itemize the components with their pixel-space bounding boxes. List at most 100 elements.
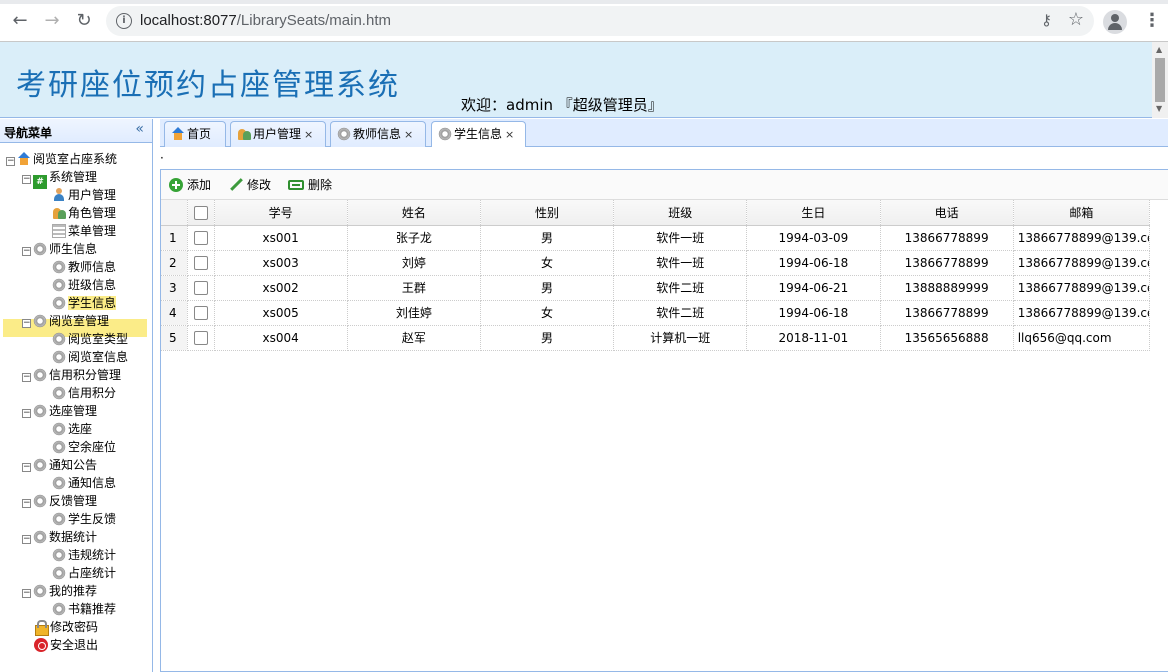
nav-item-change-password[interactable]: 修改密码	[34, 618, 98, 636]
table-row[interactable]: 5 xs004 赵军 男 计算机一班 2018-11-01 1356565688…	[161, 325, 1151, 351]
nav-group-people[interactable]: − 师生信息	[22, 240, 97, 258]
nav-item-book-recommend[interactable]: 书籍推荐	[52, 600, 116, 618]
row-checkbox[interactable]	[193, 255, 208, 270]
nav-group-credit[interactable]: − 信用积分管理	[22, 366, 121, 384]
row-checkbox[interactable]	[193, 280, 208, 295]
browser-menu-icon[interactable]: ⋮	[1143, 10, 1161, 32]
url-text[interactable]: localhost:8077/LibrarySeats/main.htm	[140, 12, 391, 29]
nav-item-logout[interactable]: 安全退出	[34, 636, 98, 654]
tab-home[interactable]: 首页	[164, 121, 226, 147]
column-header-birthday[interactable]: 生日	[746, 200, 881, 226]
app-header: 考研座位预约占座管理系统 欢迎：admin 『超级管理员』	[0, 42, 1152, 118]
nav-item-violation-stats[interactable]: 违规统计	[52, 546, 116, 564]
edit-button[interactable]: 修改	[229, 177, 271, 193]
address-bar[interactable]: i localhost:8077/LibrarySeats/main.htm ⚷…	[106, 6, 1094, 36]
collapse-toggle-icon[interactable]: −	[22, 589, 31, 598]
nav-group-label: 信用积分管理	[49, 368, 122, 382]
nav-group-statistics[interactable]: − 数据统计	[22, 528, 97, 546]
add-button[interactable]: 添加	[169, 177, 211, 193]
close-icon[interactable]: ×	[304, 128, 313, 141]
scroll-up-icon[interactable]: ▲	[1156, 45, 1162, 54]
column-header-email[interactable]: 邮箱	[1013, 200, 1151, 226]
row-checkbox[interactable]	[193, 230, 208, 245]
home-icon	[17, 152, 31, 166]
scroll-down-icon[interactable]: ▼	[1156, 104, 1162, 113]
header-scrollbar[interactable]: ▲ ▼	[1152, 42, 1168, 118]
nav-item-label: 学生反馈	[68, 512, 117, 526]
stray-dot: ·	[160, 151, 164, 165]
tab-label: 学生信息	[454, 127, 503, 141]
table-row[interactable]: 4 xs005 刘佳婷 女 软件二班 1994-06-18 1386677889…	[161, 300, 1151, 326]
nav-item-student-feedback[interactable]: 学生反馈	[52, 510, 116, 528]
nav-group-recommend[interactable]: − 我的推荐	[22, 582, 97, 600]
nav-group-feedback[interactable]: − 反馈管理	[22, 492, 97, 510]
collapse-icon[interactable]: «	[135, 121, 144, 137]
gear-icon	[337, 127, 351, 141]
row-checkbox[interactable]	[193, 305, 208, 320]
key-icon[interactable]: ⚷	[1041, 11, 1052, 29]
collapse-toggle-icon[interactable]: −	[22, 499, 31, 508]
gear-icon	[52, 260, 66, 274]
collapse-toggle-icon[interactable]: −	[6, 157, 15, 166]
nav-item-user-manage[interactable]: 用户管理	[52, 186, 116, 204]
nav-item-teacher-info[interactable]: 教师信息	[52, 258, 116, 276]
reload-icon[interactable]: ↻	[73, 10, 95, 32]
collapse-toggle-icon[interactable]: −	[22, 463, 31, 472]
gear-icon	[33, 584, 47, 598]
collapse-toggle-icon[interactable]: −	[22, 319, 31, 328]
column-header-name[interactable]: 姓名	[347, 200, 481, 226]
welcome-text: 欢迎：admin 『超级管理员』	[461, 96, 663, 114]
nav-item-role-manage[interactable]: 角色管理	[52, 204, 116, 222]
nav-item-credit-points[interactable]: 信用积分	[52, 384, 116, 402]
nav-item-room-type[interactable]: 阅览室类型	[52, 330, 128, 348]
gear-icon	[33, 314, 47, 328]
tab-teacher-info[interactable]: 教师信息 ×	[330, 121, 426, 147]
collapse-toggle-icon[interactable]: −	[22, 409, 31, 418]
cell-phone: 13888889999	[880, 275, 1014, 301]
row-number: 3	[161, 275, 188, 301]
tab-user-manage[interactable]: 用户管理 ×	[230, 121, 326, 147]
cell-sex: 男	[480, 275, 615, 301]
table-row[interactable]: 2 xs003 刘婷 女 软件一班 1994-06-18 13866778899…	[161, 250, 1151, 276]
nav-group-system[interactable]: − # 系统管理	[22, 168, 97, 189]
forward-icon[interactable]: →	[41, 10, 63, 32]
select-all-checkbox[interactable]	[193, 205, 208, 220]
collapse-toggle-icon[interactable]: −	[22, 535, 31, 544]
collapse-toggle-icon[interactable]: −	[22, 175, 31, 184]
tree-root[interactable]: − 阅览室占座系统	[6, 150, 117, 168]
nav-item-class-info[interactable]: 班级信息	[52, 276, 116, 294]
nav-group-seat-select[interactable]: − 选座管理	[22, 402, 97, 420]
tab-student-info[interactable]: 学生信息 ×	[431, 121, 526, 148]
account-avatar-icon[interactable]	[1103, 10, 1127, 34]
back-icon[interactable]: ←	[9, 10, 31, 32]
nav-group-notice[interactable]: − 通知公告	[22, 456, 97, 474]
tree-root-label: 阅览室占座系统	[33, 152, 118, 166]
nav-item-free-seats[interactable]: 空余座位	[52, 438, 116, 456]
delete-button[interactable]: 删除	[288, 177, 332, 193]
column-header-id[interactable]: 学号	[214, 200, 348, 226]
bookmark-star-icon[interactable]: ☆	[1068, 9, 1084, 30]
collapse-toggle-icon[interactable]: −	[22, 247, 31, 256]
gear-icon	[52, 512, 66, 526]
close-icon[interactable]: ×	[404, 128, 413, 141]
nav-item-menu-manage[interactable]: 菜单管理	[52, 222, 116, 240]
nav-item-student-info[interactable]: 学生信息	[52, 294, 117, 312]
scroll-thumb[interactable]	[1155, 58, 1165, 102]
column-header-class[interactable]: 班级	[613, 200, 748, 226]
nav-item-label: 违规统计	[68, 548, 117, 562]
column-header-sex[interactable]: 性别	[480, 200, 615, 226]
table-row[interactable]: 3 xs002 王群 男 软件二班 1994-06-21 13888889999…	[161, 275, 1151, 301]
collapse-toggle-icon[interactable]: −	[22, 373, 31, 382]
nav-item-notice-info[interactable]: 通知信息	[52, 474, 116, 492]
exit-icon	[34, 638, 48, 652]
info-icon[interactable]: i	[116, 13, 132, 29]
column-header-phone[interactable]: 电话	[880, 200, 1014, 226]
table-row[interactable]: 1 xs001 张子龙 男 软件一班 1994-03-09 1386677889…	[161, 225, 1151, 251]
close-icon[interactable]: ×	[505, 128, 514, 141]
nav-item-room-info[interactable]: 阅览室信息	[52, 348, 128, 366]
nav-item-select-seat[interactable]: 选座	[52, 420, 92, 438]
nav-group-reading-room[interactable]: − 阅览室管理	[22, 312, 109, 330]
nav-item-occupy-stats[interactable]: 占座统计	[52, 564, 116, 582]
nav-group-label: 反馈管理	[49, 494, 98, 508]
row-checkbox[interactable]	[193, 330, 208, 345]
